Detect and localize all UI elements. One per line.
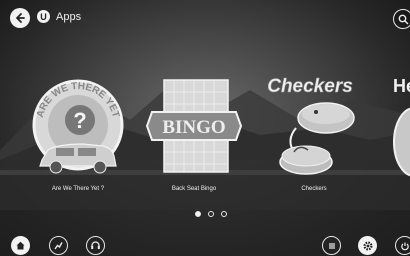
app-label: Checkers: [301, 186, 327, 192]
search-button[interactable]: [393, 9, 410, 29]
checkers-logo: Checkers: [267, 76, 355, 175]
page-dot-1[interactable]: [195, 211, 201, 217]
app-tile-partial[interactable]: He: [388, 70, 410, 190]
partial-app-logo: He: [393, 76, 410, 177]
trend-icon: [54, 242, 63, 250]
trend-button[interactable]: [49, 236, 68, 255]
apps-screen: U Apps ARE WE THERE YET ? Are We There Y…: [0, 0, 410, 256]
svg-text:?: ?: [73, 108, 86, 133]
svg-text:He: He: [393, 76, 410, 96]
svg-text:Checkers: Checkers: [267, 76, 353, 97]
home-button[interactable]: [11, 236, 30, 255]
menu-icon: [328, 242, 335, 249]
svg-text:BINGO: BINGO: [162, 117, 225, 138]
app-tile-back-seat-bingo[interactable]: BINGO Back Seat Bingo: [144, 70, 244, 192]
pagination-dots: [195, 211, 227, 217]
menu-button[interactable]: [322, 236, 341, 255]
search-icon: [398, 14, 408, 24]
power-icon: [400, 242, 409, 250]
headset-icon: [91, 241, 100, 249]
page-dot-3[interactable]: [221, 211, 227, 217]
top-bar: U Apps: [0, 0, 410, 34]
app-tile-are-we-there-yet[interactable]: ARE WE THERE YET ? Are We There Yet ?: [28, 70, 128, 192]
app-label: Are We There Yet ?: [51, 186, 105, 192]
home-icon: [16, 241, 25, 250]
headset-button[interactable]: [86, 236, 105, 255]
page-title: Apps: [56, 11, 82, 23]
bingo-logo: BINGO: [145, 79, 243, 173]
page-dot-2[interactable]: [208, 211, 214, 217]
settings-button[interactable]: [358, 236, 377, 255]
app-tile-checkers[interactable]: Checkers Checkers: [264, 70, 364, 192]
back-button[interactable]: [10, 8, 30, 28]
user-badge: U: [37, 10, 50, 23]
back-arrow-icon: [16, 13, 25, 23]
app-label: Back Seat Bingo: [171, 186, 217, 192]
power-button[interactable]: [395, 236, 410, 255]
are-we-there-yet-logo: ARE WE THERE YET ?: [32, 79, 124, 174]
gear-icon: [362, 240, 373, 251]
